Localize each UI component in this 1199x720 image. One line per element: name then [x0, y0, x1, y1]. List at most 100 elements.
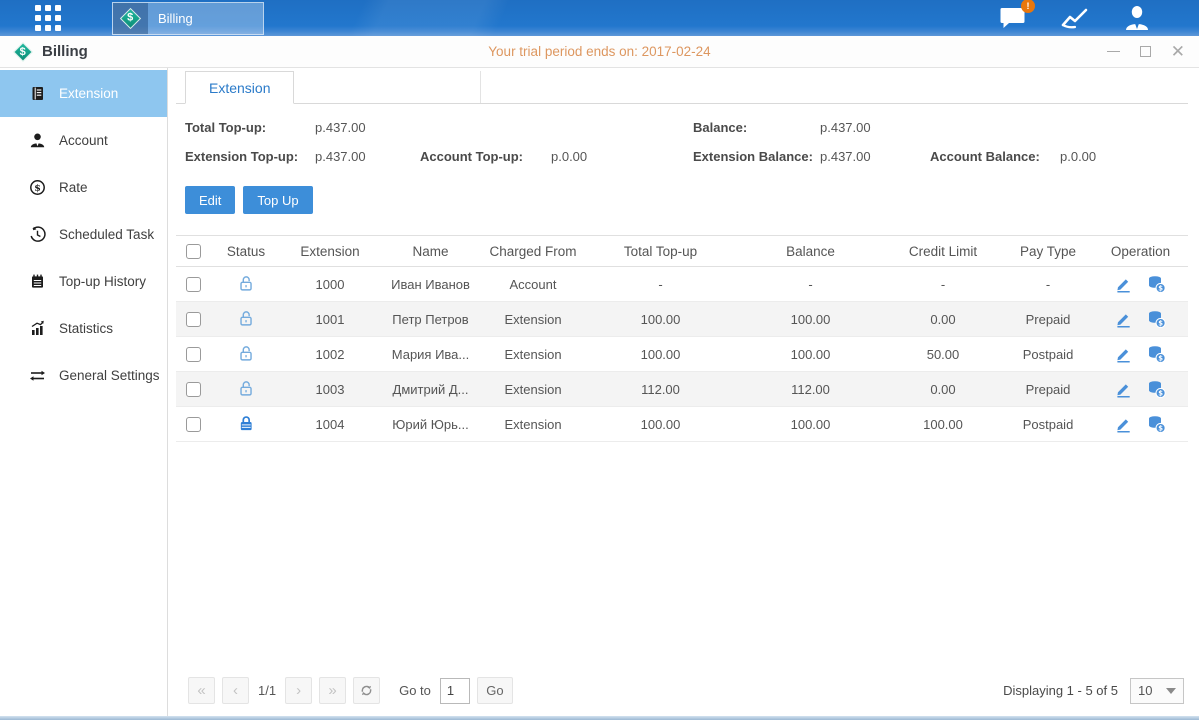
row-checkbox[interactable] — [186, 417, 201, 432]
cell-total-topup: - — [583, 267, 738, 302]
cell-name: Мария Ива... — [378, 337, 483, 372]
col-operation: Operation — [1093, 236, 1188, 267]
topup-icon[interactable]: $ — [1147, 310, 1166, 328]
svg-text:$: $ — [1158, 319, 1163, 327]
table-row[interactable]: 1001Петр ПетровExtension100.00100.000.00… — [176, 302, 1188, 337]
window-bottom-frame — [0, 716, 1199, 720]
sliders-icon — [29, 367, 46, 384]
cell-pay-type: Postpaid — [1003, 407, 1093, 442]
apps-grid-icon[interactable] — [35, 5, 61, 31]
topup-icon[interactable]: $ — [1147, 415, 1166, 433]
edit-icon[interactable] — [1115, 381, 1132, 398]
tab-extension[interactable]: Extension — [185, 71, 294, 104]
svg-text:$: $ — [1158, 424, 1163, 432]
edit-button[interactable]: Edit — [185, 186, 235, 214]
edit-icon[interactable] — [1115, 276, 1132, 293]
sidebar-item-extension[interactable]: Extension — [0, 70, 167, 117]
window-title: Billing — [42, 43, 88, 60]
first-page-icon[interactable]: « — [188, 677, 215, 704]
row-checkbox[interactable] — [186, 347, 201, 362]
total-topup-label: Total Top-up: — [185, 120, 315, 135]
goto-page-input[interactable] — [440, 678, 470, 704]
cell-total-topup: 100.00 — [583, 407, 738, 442]
minimize-icon[interactable] — [1107, 45, 1120, 58]
app-tab-label: Billing — [158, 11, 193, 26]
cell-pay-type: - — [1003, 267, 1093, 302]
row-checkbox[interactable] — [186, 312, 201, 327]
cell-credit-limit: 0.00 — [883, 372, 1003, 407]
top-up-button[interactable]: Top Up — [243, 186, 312, 214]
unlocked-icon — [238, 274, 255, 292]
topup-icon[interactable]: $ — [1147, 345, 1166, 363]
sidebar-item-label: General Settings — [59, 368, 160, 383]
col-name: Name — [378, 236, 483, 267]
dollar-circle-icon: $ — [29, 179, 46, 196]
col-extension: Extension — [282, 236, 378, 267]
table-row[interactable]: 1003Дмитрий Д...Extension112.00112.000.0… — [176, 372, 1188, 407]
cell-balance: 100.00 — [738, 302, 883, 337]
svg-text:$: $ — [1158, 354, 1163, 362]
table-row[interactable]: 1000Иван ИвановAccount----$ — [176, 267, 1188, 302]
extension-balance-value: p.437.00 — [820, 149, 930, 164]
account-balance-value: p.0.00 — [1060, 149, 1188, 164]
user-icon[interactable] — [1123, 5, 1151, 31]
clock-history-icon — [29, 226, 46, 243]
select-all-checkbox[interactable] — [186, 244, 201, 259]
app-tab-billing[interactable]: $ Billing — [112, 2, 264, 35]
displaying-text: Displaying 1 - 5 of 5 — [1003, 683, 1118, 698]
cell-credit-limit: 100.00 — [883, 407, 1003, 442]
window-titlebar: $ Billing Your trial period ends on: 201… — [0, 36, 1199, 68]
sidebar-item-label: Scheduled Task — [59, 227, 154, 242]
sidebar-item-rate[interactable]: $ Rate — [0, 164, 167, 211]
cell-pay-type: Prepaid — [1003, 372, 1093, 407]
last-page-icon[interactable]: » — [319, 677, 346, 704]
tab-divider — [480, 71, 481, 103]
account-topup-label: Account Top-up: — [420, 149, 551, 164]
refresh-icon[interactable] — [353, 677, 380, 704]
go-button[interactable]: Go — [477, 677, 513, 704]
edit-icon[interactable] — [1115, 311, 1132, 328]
sidebar-item-label: Rate — [59, 180, 88, 195]
sidebar: Extension Account $ Rate Scheduled T — [0, 68, 168, 716]
col-credit-limit: Credit Limit — [883, 236, 1003, 267]
cell-credit-limit: 0.00 — [883, 302, 1003, 337]
chat-icon[interactable]: ! — [999, 5, 1027, 31]
cell-balance: 112.00 — [738, 372, 883, 407]
extension-topup-value: p.437.00 — [315, 149, 420, 164]
topup-icon[interactable]: $ — [1147, 275, 1166, 293]
sidebar-item-topup-history[interactable]: Top-up History — [0, 258, 167, 305]
cell-extension: 1002 — [282, 337, 378, 372]
notebook-icon — [29, 273, 46, 290]
cell-extension: 1004 — [282, 407, 378, 442]
topup-icon[interactable]: $ — [1147, 380, 1166, 398]
row-checkbox[interactable] — [186, 382, 201, 397]
balance-summary: Total Top-up: p.437.00 Extension Top-up:… — [185, 120, 1188, 164]
edit-icon[interactable] — [1115, 416, 1132, 433]
cell-pay-type: Postpaid — [1003, 337, 1093, 372]
page-size-select[interactable]: 10 — [1130, 678, 1184, 704]
chat-badge: ! — [1021, 0, 1035, 13]
maximize-icon[interactable] — [1139, 45, 1152, 58]
unlocked-icon — [238, 309, 255, 327]
chart-icon[interactable] — [1060, 6, 1090, 30]
cell-charged-from: Extension — [483, 337, 583, 372]
sidebar-item-statistics[interactable]: Statistics — [0, 305, 167, 352]
table-row[interactable]: 1004Юрий Юрь...Extension100.00100.00100.… — [176, 407, 1188, 442]
next-page-icon[interactable]: › — [285, 677, 312, 704]
close-icon[interactable]: ✕ — [1171, 45, 1185, 58]
main-content: Extension Total Top-up: p.437.00 Extensi… — [168, 68, 1199, 716]
prev-page-icon[interactable]: ‹ — [222, 677, 249, 704]
table-header-row: Status Extension Name Charged From Total… — [176, 236, 1188, 267]
balance-label: Balance: — [693, 120, 820, 135]
sidebar-item-scheduled-task[interactable]: Scheduled Task — [0, 211, 167, 258]
account-balance-label: Account Balance: — [930, 149, 1060, 164]
sidebar-item-general-settings[interactable]: General Settings — [0, 352, 167, 399]
edit-icon[interactable] — [1115, 346, 1132, 363]
table-row[interactable]: 1002Мария Ива...Extension100.00100.0050.… — [176, 337, 1188, 372]
cell-charged-from: Extension — [483, 407, 583, 442]
sidebar-item-account[interactable]: Account — [0, 117, 167, 164]
cell-extension: 1000 — [282, 267, 378, 302]
cell-balance: - — [738, 267, 883, 302]
col-balance: Balance — [738, 236, 883, 267]
row-checkbox[interactable] — [186, 277, 201, 292]
